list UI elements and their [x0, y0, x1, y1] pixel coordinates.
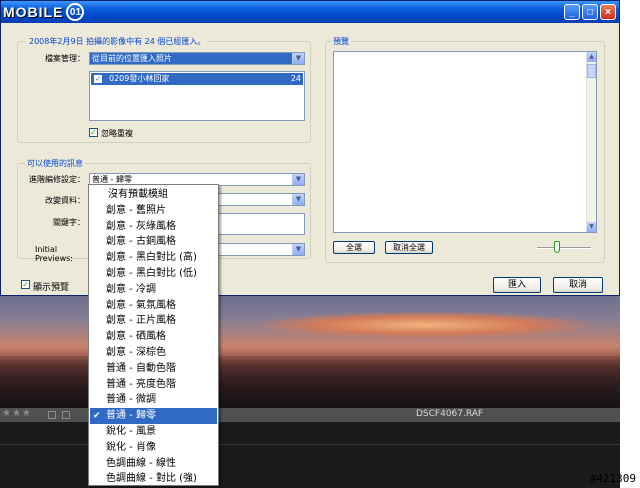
- menu-item-label: 創意 - 深棕色: [106, 347, 166, 358]
- menu-item[interactable]: 色調曲線 - 線性: [90, 456, 217, 472]
- menu-item-label: 銳化 - 肖像: [106, 441, 156, 453]
- mobile01-logo: MOBILE 01: [3, 3, 85, 21]
- menu-item[interactable]: 創意 - 氣氛風格: [90, 298, 217, 314]
- thumbnail-size-slider-thumb[interactable]: [554, 241, 560, 253]
- menu-item-label: 普通 - 自動色階: [106, 362, 176, 374]
- menu-item-label: 創意 - 硒風格: [106, 331, 166, 343]
- reject-flag-icon[interactable]: [62, 411, 70, 419]
- folder-name: 0209發小林回家: [109, 74, 170, 83]
- scroll-up-icon[interactable]: ▲: [587, 52, 596, 62]
- deselect-all-button[interactable]: 取消全選: [385, 241, 433, 254]
- metadata-label: 改變資料：: [45, 196, 85, 205]
- menu-item[interactable]: 創意 - 黑白對比 (高): [90, 250, 217, 266]
- blank-margin: [620, 296, 640, 488]
- chevron-down-icon: ▼: [292, 194, 304, 205]
- scroll-down-icon[interactable]: ▼: [587, 222, 596, 232]
- menu-item[interactable]: 創意 - 硒風格: [90, 329, 217, 345]
- menu-item[interactable]: 沒有預載模組: [90, 187, 217, 203]
- show-preview-checkbox[interactable]: ✓: [21, 280, 30, 289]
- import-button[interactable]: 匯入: [493, 277, 541, 293]
- menu-item[interactable]: 普通 - 微調: [90, 392, 217, 408]
- menu-item-label: 創意 - 古銅風格: [106, 236, 176, 248]
- minimize-button[interactable]: _: [564, 4, 580, 20]
- menu-item-label: 普通 - 歸零: [106, 410, 156, 422]
- thumbnail-size-slider-track[interactable]: [537, 247, 591, 249]
- list-item[interactable]: ✓ 0209發小林回家 24: [91, 73, 303, 85]
- close-button[interactable]: ×: [600, 4, 616, 20]
- preview-group-legend: 預覽: [331, 36, 351, 47]
- menu-item[interactable]: 銳化 - 風景: [90, 424, 217, 440]
- sunset-reflection: [260, 312, 590, 338]
- preview-scrollbar[interactable]: ▲ ▼: [586, 52, 596, 232]
- watermark: #421309: [589, 472, 636, 485]
- logo-mark-icon: 01: [66, 3, 85, 21]
- menu-item[interactable]: 色調曲線 - 對比 (強): [90, 471, 217, 487]
- menu-item-label: 創意 - 黑白對比 (高): [106, 252, 197, 264]
- cancel-button[interactable]: 取消: [553, 277, 603, 293]
- menu-item[interactable]: 創意 - 冷調: [90, 282, 217, 298]
- initial-previews-label: Initial Previews:: [35, 245, 74, 263]
- menu-item[interactable]: 創意 - 灰綠風格: [90, 219, 217, 235]
- file-mgmt-label: 檔案管理：: [45, 54, 85, 63]
- title-bar[interactable]: MOBILE 01 _ □ ×: [1, 1, 619, 23]
- folder-count: 24: [290, 74, 301, 83]
- develop-presets-menu[interactable]: 沒有預載模組 創意 - 舊照片 創意 - 灰綠風格 創意 - 古銅風格創意 - 黑白對…: [88, 184, 219, 486]
- menu-item[interactable]: 創意 - 古銅風格: [90, 234, 217, 250]
- menu-item[interactable]: 創意 - 深棕色: [90, 345, 217, 361]
- ignore-duplicates-checkbox[interactable]: ✓: [89, 128, 98, 137]
- menu-item[interactable]: 創意 - 舊照片: [90, 203, 217, 219]
- flag-icon[interactable]: [48, 411, 56, 419]
- file-mgmt-value: 從目前的位置匯入照片: [92, 54, 172, 63]
- select-all-button[interactable]: 全選: [333, 241, 375, 254]
- menu-item-label: 色調曲線 - 對比 (強): [106, 473, 197, 485]
- menu-item-label: 銳化 - 風景: [106, 426, 156, 437]
- show-preview-label: 顯示預覽: [33, 283, 70, 293]
- menu-item[interactable]: 銳化 - 肖像: [90, 440, 217, 456]
- menu-item-label: 創意 - 黑白對比 (低): [106, 268, 197, 279]
- keywords-label: 關鍵字：: [53, 218, 85, 227]
- info-group-legend: 可以使用的訊息: [25, 158, 85, 169]
- folder-checkbox[interactable]: ✓: [94, 75, 102, 83]
- develop-settings-label: 進階編修設定：: [29, 175, 85, 184]
- file-mgmt-select[interactable]: 從目前的位置匯入照片 ▼: [89, 52, 305, 65]
- checkmark-icon: ✔: [93, 411, 101, 422]
- menu-item-label: 色調曲線 - 線性: [106, 457, 176, 469]
- menu-item-label: 創意 - 舊照片: [106, 204, 166, 216]
- menu-item-label: 創意 - 冷調: [106, 283, 156, 295]
- develop-settings-value: 普通 - 歸零: [92, 175, 132, 184]
- maximize-button[interactable]: □: [582, 4, 598, 20]
- menu-item[interactable]: 創意 - 黑白對比 (低): [90, 266, 217, 282]
- menu-item[interactable]: 普通 - 亮度色階: [90, 377, 217, 393]
- chevron-down-icon: ▼: [292, 53, 304, 64]
- menu-item-label: 創意 - 氣氛風格: [106, 299, 176, 311]
- ignore-duplicates-label: 忽略重複: [101, 129, 133, 138]
- scroll-thumb[interactable]: [587, 64, 596, 78]
- menu-item-label: 普通 - 亮度色階: [106, 378, 176, 390]
- chevron-down-icon: ▼: [292, 174, 304, 185]
- menu-item-label: 創意 - 灰綠風格: [106, 220, 176, 232]
- menu-item-label: 沒有預載模組: [108, 189, 168, 200]
- menu-item[interactable]: 創意 - 正片風格: [90, 313, 217, 329]
- chevron-down-icon: ▼: [292, 244, 304, 255]
- rating-stars-icon[interactable]: ★★★: [2, 408, 32, 419]
- menu-item[interactable]: ✔ 普通 - 歸零: [90, 408, 217, 425]
- menu-item-label: 普通 - 微調: [106, 394, 156, 406]
- menu-item[interactable]: 普通 - 自動色階: [90, 361, 217, 377]
- import-group-legend: 2008年2月9日 拍攝的影像中有 24 個已經匯入。: [27, 36, 208, 47]
- preview-pane[interactable]: ▲ ▼: [333, 51, 597, 233]
- folder-list[interactable]: ✓ 0209發小林回家 24: [89, 71, 305, 121]
- menu-item-label: 創意 - 正片風格: [106, 315, 176, 327]
- filename-label: DSCF4067.RAF: [416, 409, 484, 419]
